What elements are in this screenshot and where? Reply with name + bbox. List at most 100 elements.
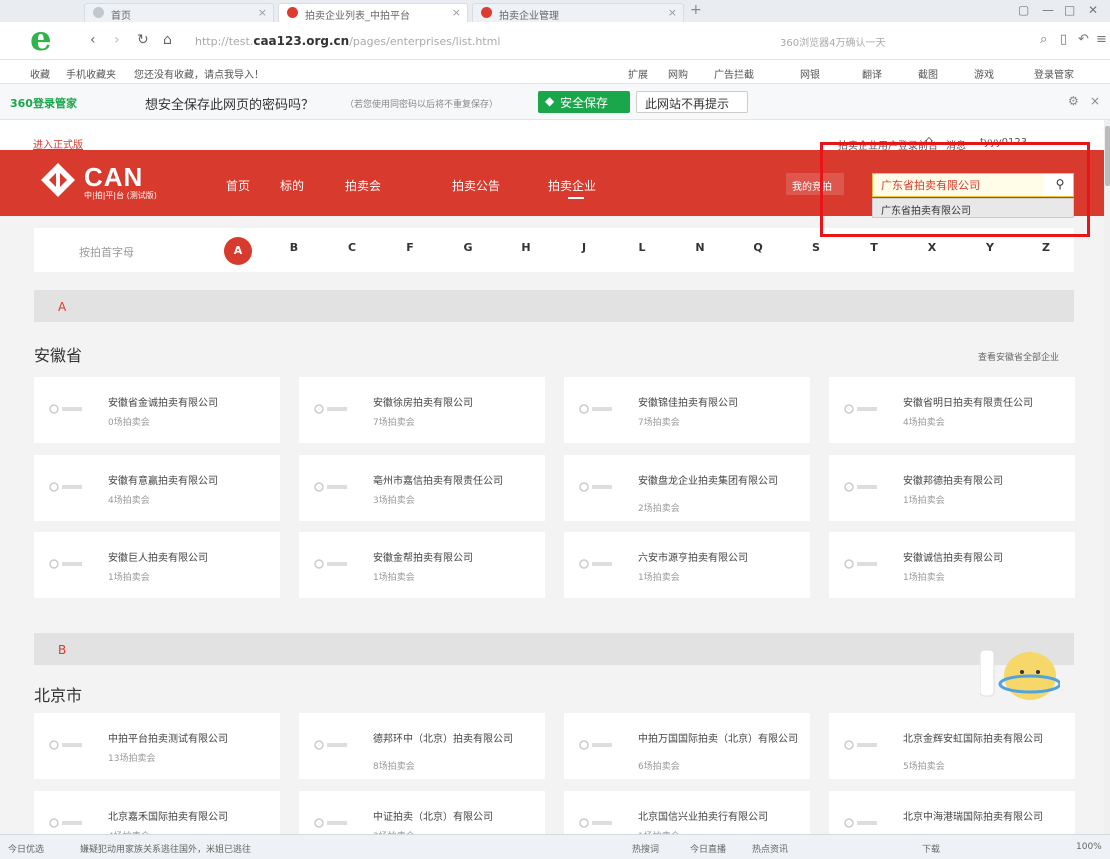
company-name[interactable]: 亳州市嘉信拍卖有限责任公司 [373, 475, 541, 488]
url-field[interactable]: http://test.caa123.org.cn/pages/enterpri… [195, 31, 795, 51]
status-news-feed[interactable]: 热点资讯 [752, 842, 788, 855]
company-card[interactable]: 中拍万国国际拍卖（北京）有限公司 6场拍卖会 [564, 713, 810, 779]
letter-l[interactable]: L [630, 241, 654, 261]
close-window-icon[interactable]: ✕ [1088, 3, 1098, 17]
bookmark-mobile[interactable]: 手机收藏夹 [66, 66, 116, 81]
company-name[interactable]: 北京金辉安虹国际拍卖有限公司 [903, 733, 1071, 746]
nav-home[interactable]: 首页 [226, 177, 250, 194]
nav-announcements[interactable]: 拍卖公告 [452, 177, 500, 194]
letter-j[interactable]: J [572, 241, 596, 261]
company-card[interactable]: 安徽诚信拍卖有限公司 1场拍卖会 [829, 532, 1075, 598]
never-for-site-button[interactable]: 此网站不再提示 [636, 91, 748, 113]
status-zoom[interactable]: 100% [1076, 842, 1102, 852]
nav-enterprises[interactable]: 拍卖企业 [548, 177, 596, 194]
nav-lots[interactable]: 标的 [280, 177, 304, 194]
company-card[interactable]: 北京嘉禾国际拍卖有限公司4场拍卖会 [34, 791, 280, 834]
tab-home[interactable]: 首页 × [84, 3, 274, 22]
status-downloads[interactable]: 下载 [922, 842, 940, 855]
company-name[interactable]: 德邦环中（北京）拍卖有限公司 [373, 733, 541, 746]
bookmark-screenshot[interactable]: 截图 [918, 66, 938, 81]
letter-x[interactable]: X [920, 241, 944, 261]
letter-c[interactable]: C [340, 241, 364, 261]
bookmark-shopping[interactable]: 网购 [668, 66, 688, 81]
close-icon[interactable]: × [452, 6, 461, 19]
company-name[interactable]: 中证拍卖（北京）有限公司 [373, 811, 541, 824]
tab-enterprise-manage[interactable]: 拍卖企业管理 × [472, 3, 684, 22]
undo-icon[interactable]: ↶ [1078, 32, 1089, 47]
company-name[interactable]: 安徽有意赢拍卖有限公司 [108, 475, 276, 488]
bookmark-import-hint[interactable]: 您还没有收藏，请点我导入！ [134, 66, 264, 81]
letter-h[interactable]: H [514, 241, 538, 261]
settings-icon[interactable]: ⚙ [1068, 94, 1079, 108]
back-icon[interactable]: ‹ [90, 32, 96, 48]
status-live[interactable]: 今日直播 [690, 842, 726, 855]
new-tab-button[interactable]: + [690, 2, 702, 18]
company-name[interactable]: 安徽锦佳拍卖有限公司 [638, 397, 806, 410]
company-card[interactable]: 安徽盘龙企业拍卖集团有限公司 2场拍卖会 [564, 455, 810, 521]
company-card[interactable]: 北京金辉安虹国际拍卖有限公司 5场拍卖会 [829, 713, 1075, 779]
company-card[interactable]: 六安市源亨拍卖有限公司 1场拍卖会 [564, 532, 810, 598]
company-name[interactable]: 安徽徐房拍卖有限公司 [373, 397, 541, 410]
status-recommend[interactable]: 今日优选 [8, 842, 44, 855]
company-card[interactable]: 中拍平台拍卖测试有限公司 13场拍卖会 [34, 713, 280, 779]
letter-f[interactable]: F [398, 241, 422, 261]
status-hot-search[interactable]: 热搜词 [632, 842, 659, 855]
company-name[interactable]: 安徽金帮拍卖有限公司 [373, 552, 541, 565]
company-name[interactable]: 北京嘉禾国际拍卖有限公司 [108, 811, 276, 824]
menu-icon[interactable]: ≡ [1096, 32, 1107, 47]
company-name[interactable]: 中拍万国国际拍卖（北京）有限公司 [638, 733, 806, 746]
scroll-thumb[interactable] [1105, 126, 1110, 186]
company-card[interactable]: 安徽省金诚拍卖有限公司 0场拍卖会 [34, 377, 280, 443]
company-name[interactable]: 安徽省金诚拍卖有限公司 [108, 397, 276, 410]
tab-enterprise-list[interactable]: 拍卖企业列表_中拍平台 × [278, 3, 468, 22]
bookmark-translate[interactable]: 翻译 [862, 66, 882, 81]
letter-g[interactable]: G [456, 241, 480, 261]
company-card[interactable]: 安徽省明日拍卖有限责任公司 4场拍卖会 [829, 377, 1075, 443]
company-card[interactable]: 安徽有意赢拍卖有限公司 4场拍卖会 [34, 455, 280, 521]
reload-icon[interactable]: ↻ [137, 32, 149, 48]
secure-save-button[interactable]: ◆ 安全保存 [538, 91, 630, 113]
company-card[interactable]: 北京中海港瑞国际拍卖有限公司1场拍卖会 [829, 791, 1075, 834]
letter-t[interactable]: T [862, 241, 886, 261]
company-name[interactable]: 北京中海港瑞国际拍卖有限公司 [903, 811, 1071, 824]
bookmark-banking[interactable]: 网银 [800, 66, 820, 81]
bookmark-favorites[interactable]: 收藏 [30, 66, 50, 81]
company-name[interactable]: 安徽邦德拍卖有限公司 [903, 475, 1071, 488]
forward-icon[interactable]: › [114, 32, 120, 48]
company-name[interactable]: 安徽诚信拍卖有限公司 [903, 552, 1071, 565]
company-card[interactable]: 亳州市嘉信拍卖有限责任公司 3场拍卖会 [299, 455, 545, 521]
company-card[interactable]: 安徽徐房拍卖有限公司 7场拍卖会 [299, 377, 545, 443]
company-card[interactable]: 中证拍卖（北京）有限公司2场拍卖会 [299, 791, 545, 834]
bookmark-extensions[interactable]: 扩展 [628, 66, 648, 81]
can-logo[interactable]: CAN 中|拍|平|台 (测试版) [40, 162, 220, 202]
company-name[interactable]: 安徽省明日拍卖有限责任公司 [903, 397, 1071, 410]
status-news[interactable]: 嫌疑犯动用家族关系逃往国外，米姐已逃往 [80, 842, 251, 855]
maximize-icon[interactable]: □ [1064, 3, 1075, 17]
bookmark-adblock[interactable]: 广告拦截 [714, 66, 754, 81]
company-name[interactable]: 安徽巨人拍卖有限公司 [108, 552, 276, 565]
close-icon[interactable]: × [258, 6, 267, 19]
minimize-icon[interactable]: — [1042, 3, 1054, 17]
official-version-link[interactable]: 进入正式版 [33, 136, 83, 151]
letter-z[interactable]: Z [1034, 241, 1058, 261]
company-name[interactable]: 安徽盘龙企业拍卖集团有限公司 [638, 475, 806, 488]
page-scrollbar[interactable] [1104, 120, 1110, 834]
home-icon[interactable]: ⌂ [163, 32, 172, 48]
address-suggestion[interactable]: 360浏览器4万确认一天 [780, 34, 885, 49]
mascot-icon[interactable] [980, 640, 1060, 710]
letter-q[interactable]: Q [746, 241, 770, 261]
letter-b[interactable]: B [282, 241, 306, 261]
letter-a[interactable]: A [224, 237, 252, 265]
letter-n[interactable]: N [688, 241, 712, 261]
company-name[interactable]: 中拍平台拍卖测试有限公司 [108, 733, 276, 746]
search-icon[interactable]: ⌕ [1040, 32, 1047, 47]
restore-icon[interactable]: ▢ [1018, 3, 1029, 17]
bookmark-login-manager[interactable]: 登录管家 [1034, 66, 1074, 81]
company-card[interactable]: 德邦环中（北京）拍卖有限公司 8场拍卖会 [299, 713, 545, 779]
company-card[interactable]: 北京国信兴业拍卖行有限公司1场拍卖会 [564, 791, 810, 834]
letter-y[interactable]: Y [978, 241, 1002, 261]
company-card[interactable]: 安徽巨人拍卖有限公司 1场拍卖会 [34, 532, 280, 598]
company-card[interactable]: 安徽锦佳拍卖有限公司 7场拍卖会 [564, 377, 810, 443]
screenshot-icon[interactable]: ▯ [1060, 32, 1067, 47]
view-all-link[interactable]: 查看安徽省全部企业 [978, 350, 1059, 363]
